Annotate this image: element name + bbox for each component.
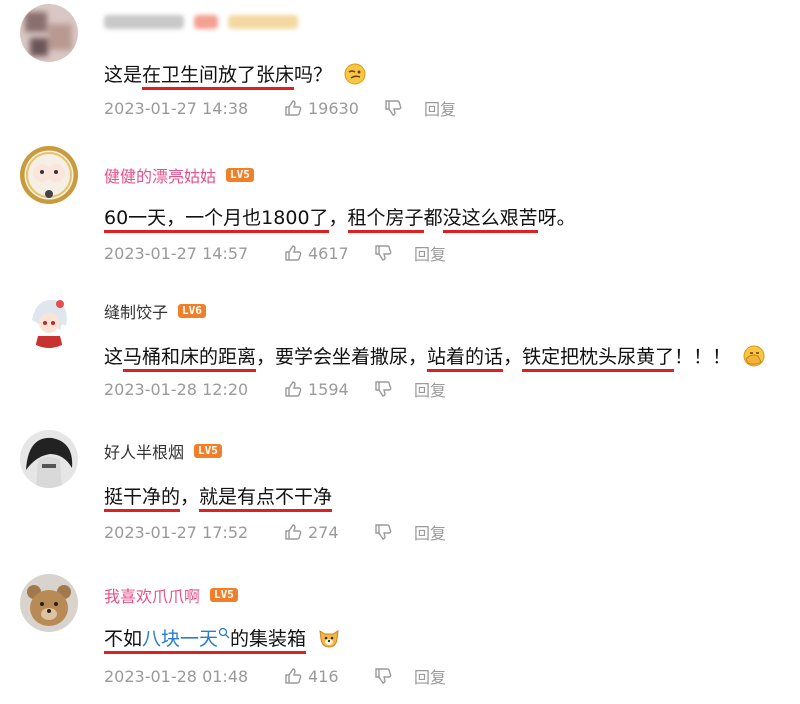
comment-text: 这是在卫生间放了张床吗？ bbox=[104, 62, 366, 90]
dislike-button[interactable] bbox=[374, 523, 414, 541]
thumbs-up-icon bbox=[285, 668, 302, 684]
like-count: 4617 bbox=[308, 243, 349, 263]
comment-item: 这是在卫生间放了张床吗？ 2023-01-27 14:38 19630 回复 bbox=[0, 0, 800, 140]
like-button[interactable]: 1594 bbox=[284, 380, 374, 399]
comment-item: 好人半根烟 LV5 挺干净的，就是有点不干净 2023-01-27 17:52 … bbox=[0, 420, 800, 562]
comment-text: 60一天，一个月也1800了，租个房子都没这么艰苦呀。 bbox=[104, 205, 576, 233]
user-info-row: 缝制饺子 LV6 bbox=[104, 300, 206, 322]
reply-button[interactable]: 回复 bbox=[414, 241, 446, 265]
comment-meta: 2023-01-28 01:48 416 回复 bbox=[104, 664, 446, 688]
comment-text: 不如八块一天 的集装箱 bbox=[104, 626, 340, 654]
facepalm-icon bbox=[743, 345, 765, 367]
thinking-face-icon bbox=[344, 63, 366, 85]
like-button[interactable]: 416 bbox=[284, 667, 374, 686]
thumbs-down-icon bbox=[375, 245, 392, 261]
comment-text: 挺干净的，就是有点不干净 bbox=[104, 484, 333, 512]
like-button[interactable]: 4617 bbox=[284, 244, 374, 263]
level-badge: LV5 bbox=[194, 444, 222, 458]
timestamp: 2023-01-27 14:38 bbox=[104, 98, 249, 118]
avatar[interactable] bbox=[20, 146, 78, 204]
timestamp: 2023-01-28 12:20 bbox=[104, 379, 249, 399]
search-link[interactable]: 八块一天 bbox=[142, 627, 231, 654]
comment-item: 我喜欢爪爪啊 LV5 不如八块一天 的集装箱 2023-01-28 01:48 4… bbox=[0, 562, 800, 704]
level-badge: LV5 bbox=[210, 588, 238, 602]
thumbs-down-icon bbox=[375, 524, 392, 540]
avatar[interactable] bbox=[20, 430, 78, 488]
avatar[interactable] bbox=[20, 574, 78, 632]
thumbs-up-icon bbox=[285, 245, 302, 261]
search-icon bbox=[218, 627, 230, 639]
dislike-button[interactable] bbox=[384, 99, 424, 117]
like-button[interactable]: 274 bbox=[284, 523, 374, 542]
like-count: 19630 bbox=[308, 98, 359, 118]
comment-meta: 2023-01-27 14:57 4617 回复 bbox=[104, 241, 446, 265]
timestamp: 2023-01-27 17:52 bbox=[104, 522, 249, 542]
comment-item: 健健的漂亮姑姑 LV5 60一天，一个月也1800了，租个房子都没这么艰苦呀。 … bbox=[0, 140, 800, 280]
comment-meta: 2023-01-28 12:20 1594 回复 bbox=[104, 377, 446, 401]
like-button[interactable]: 19630 bbox=[284, 99, 384, 118]
avatar[interactable] bbox=[20, 4, 78, 62]
username[interactable]: 健健的漂亮姑姑 bbox=[104, 163, 216, 187]
username[interactable]: 我喜欢爪爪啊 bbox=[104, 583, 200, 607]
username-blurred bbox=[104, 15, 298, 29]
like-count: 1594 bbox=[308, 379, 349, 399]
thumbs-down-icon bbox=[375, 668, 392, 684]
thumbs-down-icon bbox=[375, 381, 392, 397]
user-info-row: 健健的漂亮姑姑 LV5 bbox=[104, 164, 254, 186]
reply-button[interactable]: 回复 bbox=[414, 377, 446, 401]
comment-item: 缝制饺子 LV6 这马桶和床的距离，要学会坐着撒尿，站着的话，铁定把枕头尿黄了！… bbox=[0, 282, 800, 420]
reply-button[interactable]: 回复 bbox=[414, 520, 446, 544]
dislike-button[interactable] bbox=[374, 244, 414, 262]
user-info-row: 好人半根烟 LV5 bbox=[104, 440, 222, 462]
level-badge: LV5 bbox=[226, 168, 254, 182]
comment-meta: 2023-01-27 17:52 274 回复 bbox=[104, 520, 446, 544]
thumbs-down-icon bbox=[385, 100, 402, 116]
like-count: 416 bbox=[308, 666, 339, 686]
avatar[interactable] bbox=[20, 290, 78, 348]
comment-meta: 2023-01-27 14:38 19630 回复 bbox=[104, 96, 456, 120]
username[interactable]: 好人半根烟 bbox=[104, 439, 184, 463]
thumbs-up-icon bbox=[285, 524, 302, 540]
reply-button[interactable]: 回复 bbox=[414, 664, 446, 688]
user-info-row: 我喜欢爪爪啊 LV5 bbox=[104, 584, 238, 606]
dislike-button[interactable] bbox=[374, 667, 414, 685]
level-badge: LV6 bbox=[178, 304, 206, 318]
thumbs-up-icon bbox=[285, 100, 302, 116]
like-count: 274 bbox=[308, 522, 339, 542]
comment-text: 这马桶和床的距离，要学会坐着撒尿，站着的话，铁定把枕头尿黄了！！！ bbox=[104, 344, 765, 372]
dog-face-icon bbox=[319, 630, 339, 648]
timestamp: 2023-01-28 01:48 bbox=[104, 666, 249, 686]
thumbs-up-icon bbox=[285, 381, 302, 397]
timestamp: 2023-01-27 14:57 bbox=[104, 243, 249, 263]
dislike-button[interactable] bbox=[374, 380, 414, 398]
username[interactable]: 缝制饺子 bbox=[104, 299, 168, 323]
reply-button[interactable]: 回复 bbox=[424, 96, 456, 120]
